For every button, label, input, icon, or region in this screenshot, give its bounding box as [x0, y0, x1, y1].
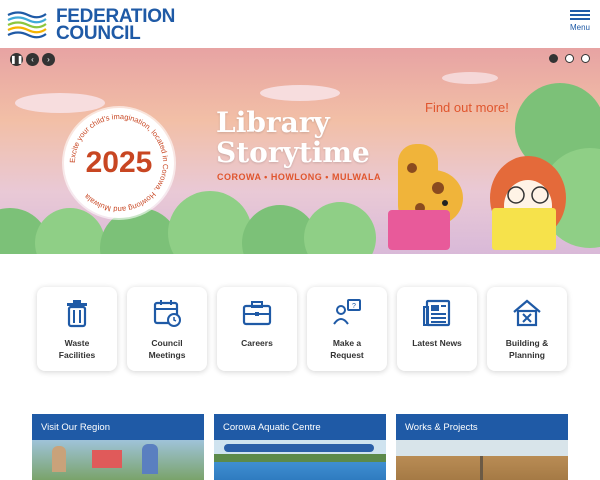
quick-link-make-a-request[interactable]: ? Make a Request	[307, 287, 387, 371]
calendar-clock-icon	[153, 300, 181, 327]
tile-label-line1: Waste	[64, 338, 90, 348]
quick-links: Waste Facilities Council Meetings Careers …	[37, 287, 567, 371]
carousel-dot-1[interactable]	[549, 54, 558, 63]
quick-link-council-meetings[interactable]: Council Meetings	[127, 287, 207, 371]
federation-council-logo[interactable]: FEDERATION COUNCIL	[6, 6, 176, 44]
hero-title: Library Storytime	[216, 106, 370, 169]
tile-label-line2: Planning	[509, 350, 545, 360]
carousel-dots	[549, 54, 590, 63]
tile-label-line1: Careers	[241, 338, 273, 348]
tile-label-line2: Request	[330, 350, 364, 360]
card-title: Visit Our Region	[32, 414, 204, 440]
tile-label-line1: Council	[151, 338, 183, 348]
pause-icon[interactable]: ❚❚	[10, 53, 23, 66]
logo-waves-icon	[7, 11, 47, 39]
hero-carousel[interactable]: ❚❚ ‹ › Excite your child's imagination, …	[0, 48, 600, 254]
hamburger-icon	[568, 10, 592, 20]
card-image-playground	[32, 440, 204, 480]
card-title: Corowa Aquatic Centre	[214, 414, 386, 440]
house-tools-icon	[513, 299, 541, 327]
menu-button[interactable]: Menu	[568, 8, 592, 32]
find-out-more-link[interactable]: Find out more!	[425, 100, 509, 115]
card-corowa-aquatic-centre[interactable]: Corowa Aquatic Centre	[214, 414, 386, 480]
tile-label-line1: Latest News	[412, 338, 462, 348]
card-title: Works & Projects	[396, 414, 568, 440]
waste-bin-icon	[67, 300, 87, 328]
quick-link-building-planning[interactable]: Building & Planning	[487, 287, 567, 371]
red-panda-character	[490, 156, 566, 250]
carousel-dot-2[interactable]	[565, 54, 574, 63]
tile-label-line2: Facilities	[58, 350, 96, 360]
giraffe-character	[388, 144, 463, 250]
carousel-controls: ❚❚ ‹ ›	[10, 53, 55, 66]
quick-link-latest-news[interactable]: Latest News	[397, 287, 477, 371]
newspaper-icon	[423, 299, 451, 327]
card-image-road	[396, 440, 568, 480]
menu-label: Menu	[569, 23, 590, 32]
card-visit-our-region[interactable]: Visit Our Region	[32, 414, 204, 480]
tile-label-line1: Building &	[505, 338, 549, 348]
chevron-right-icon[interactable]: ›	[42, 53, 55, 66]
hero-subtitle: COROWA • HOWLONG • MULWALA	[217, 172, 381, 182]
card-works-projects[interactable]: Works & Projects	[396, 414, 568, 480]
svg-text:?: ?	[352, 303, 356, 310]
tile-label-line1: Make a	[332, 338, 362, 348]
card-image-pool	[214, 440, 386, 480]
chevron-left-icon[interactable]: ‹	[26, 53, 39, 66]
quick-link-careers[interactable]: Careers	[217, 287, 297, 371]
feature-cards: Visit Our Region Corowa Aquatic Centre W…	[32, 414, 568, 480]
tile-label-line2: Meetings	[148, 350, 186, 360]
quick-link-waste-facilities[interactable]: Waste Facilities	[37, 287, 117, 371]
logo-line-2: COUNCIL	[56, 23, 141, 44]
briefcase-icon	[242, 301, 272, 326]
site-header: FEDERATION COUNCIL Menu	[0, 0, 600, 48]
badge-year: 2025	[85, 146, 153, 179]
request-icon: ?	[333, 299, 361, 325]
storytime-badge: Excite your child's imagination, located…	[64, 108, 174, 218]
carousel-dot-3[interactable]	[581, 54, 590, 63]
